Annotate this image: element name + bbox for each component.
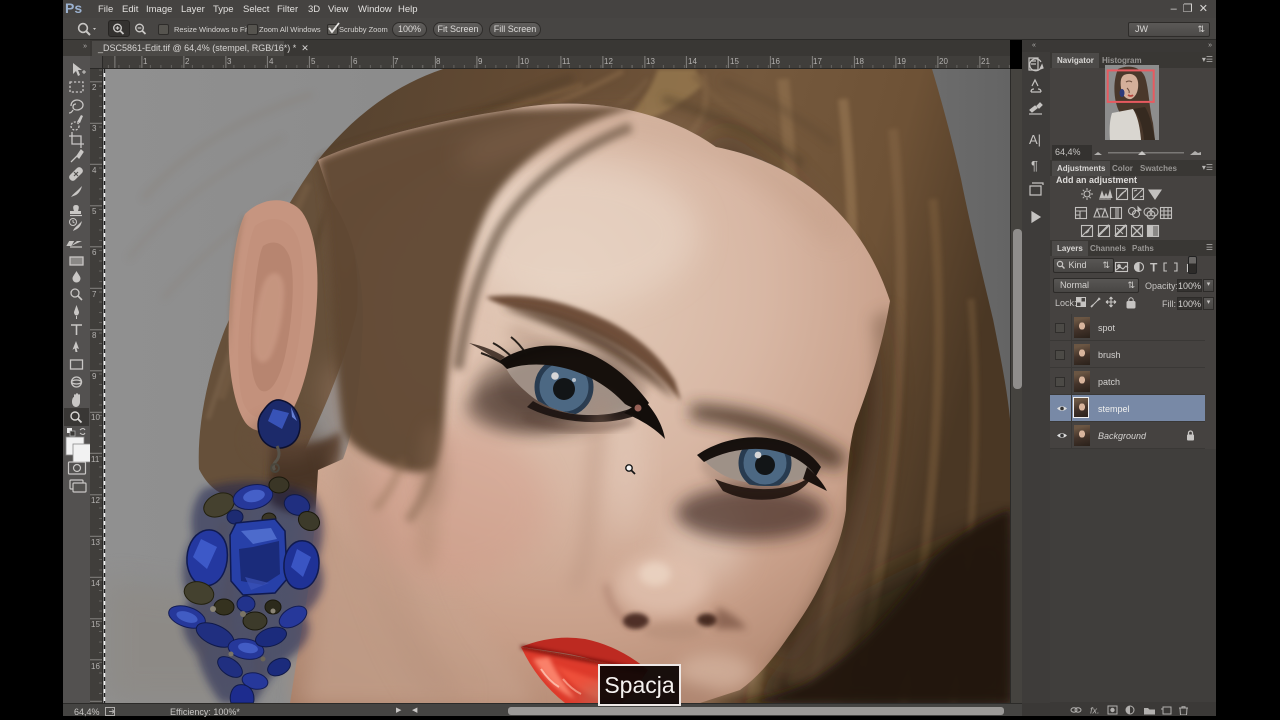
- svg-text:A|: A|: [1029, 132, 1041, 147]
- svg-text:fx.: fx.: [1090, 706, 1100, 716]
- svg-text:T: T: [1150, 261, 1158, 275]
- svg-text:¶: ¶: [1031, 158, 1038, 173]
